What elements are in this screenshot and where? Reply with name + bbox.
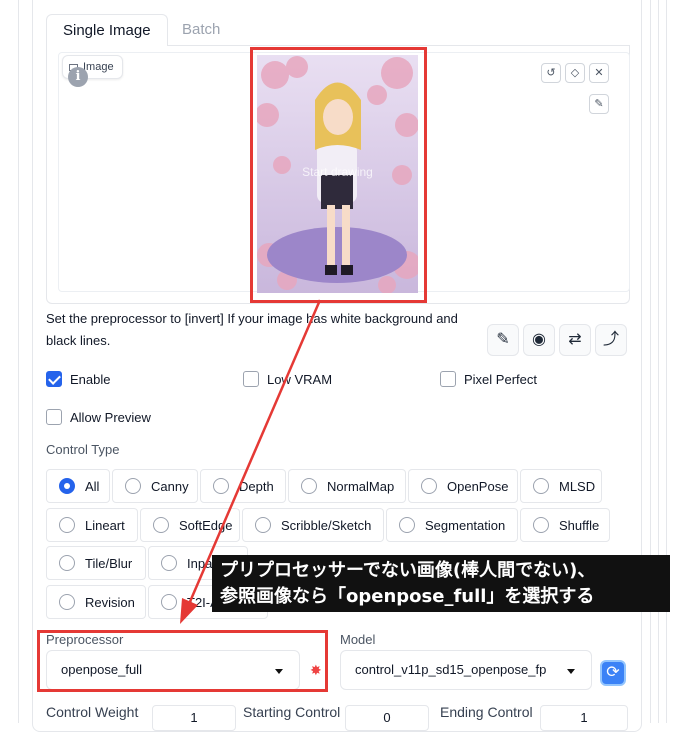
chevron-down-icon [567,669,575,674]
model-select[interactable]: control_v11p_sd15_openpose_fp [340,650,592,690]
ending-control-label: Ending Control [440,704,533,720]
starting-control-label: Starting Control [243,704,341,720]
model-label: Model [340,632,376,647]
run-preprocessor-icon[interactable]: ✸ [310,662,322,679]
starting-control-input[interactable]: 0 [345,705,429,731]
refresh-icon[interactable]: ⟳ [600,660,626,686]
control-weight-label: Control Weight [46,704,139,720]
ending-control-input[interactable]: 1 [540,705,628,731]
highlight-preprocessor-box [37,630,328,692]
tab-single-image[interactable]: Single Image [46,14,168,46]
annotation-arrow [180,299,322,624]
control-weight-input[interactable]: 1 [152,705,236,731]
model-value: control_v11p_sd15_openpose_fp [355,662,547,677]
